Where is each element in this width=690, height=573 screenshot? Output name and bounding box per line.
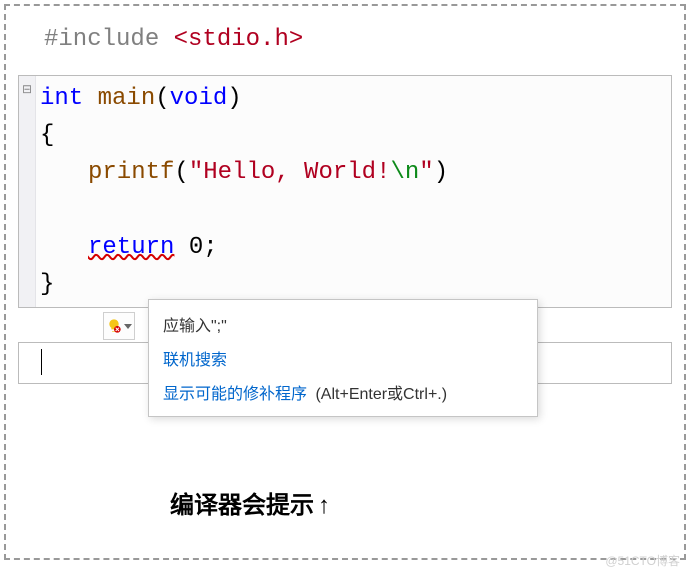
- fold-icon[interactable]: ⊟: [19, 76, 35, 97]
- quickfix-lightbulb-icon[interactable]: [103, 312, 135, 340]
- tooltip-search-link[interactable]: 联机搜索: [163, 346, 523, 370]
- tooltip-fix-link[interactable]: 显示可能的修补程序: [163, 386, 307, 403]
- line-blank: [40, 192, 665, 229]
- annotation-caption: 编译器会提示↑: [170, 485, 330, 520]
- error-tooltip: 应输入";" 联机搜索 显示可能的修补程序 (Alt+Enter或Ctrl+.): [148, 299, 538, 417]
- include-open: <: [174, 26, 188, 53]
- line-return: return 0;: [40, 229, 665, 266]
- caption-text: 编译器会提示: [170, 492, 314, 519]
- chevron-down-icon: [124, 324, 132, 329]
- line-brace-close: }: [40, 266, 665, 303]
- code-editor: ⊟ int main(void) { printf("Hello, World!…: [18, 75, 672, 308]
- code-area[interactable]: int main(void) { printf("Hello, World!\n…: [36, 76, 671, 307]
- lightbulb-icon: [106, 318, 122, 334]
- return-keyword-error: return: [88, 234, 174, 261]
- text-cursor: [41, 349, 42, 375]
- include-hash: #include: [44, 26, 174, 53]
- line-brace-open: {: [40, 117, 665, 154]
- up-arrow-icon: ↑: [318, 492, 330, 519]
- include-close: >: [289, 26, 303, 53]
- include-directive: #include <stdio.h>: [44, 26, 672, 53]
- line-main-signature: int main(void): [40, 80, 665, 117]
- watermark: @51CTO博客: [605, 552, 680, 569]
- tooltip-fix-row[interactable]: 显示可能的修补程序 (Alt+Enter或Ctrl+.): [163, 380, 523, 404]
- editor-gutter: ⊟: [19, 76, 36, 307]
- tooltip-message: 应输入";": [163, 312, 523, 336]
- editor-body: ⊟ int main(void) { printf("Hello, World!…: [19, 76, 671, 307]
- line-printf: printf("Hello, World!\n"): [40, 154, 665, 191]
- document-frame: #include <stdio.h> ⊟ int main(void) { pr…: [4, 4, 686, 560]
- include-filename: stdio.h: [188, 26, 289, 53]
- tooltip-shortcut: (Alt+Enter或Ctrl+.): [315, 386, 447, 403]
